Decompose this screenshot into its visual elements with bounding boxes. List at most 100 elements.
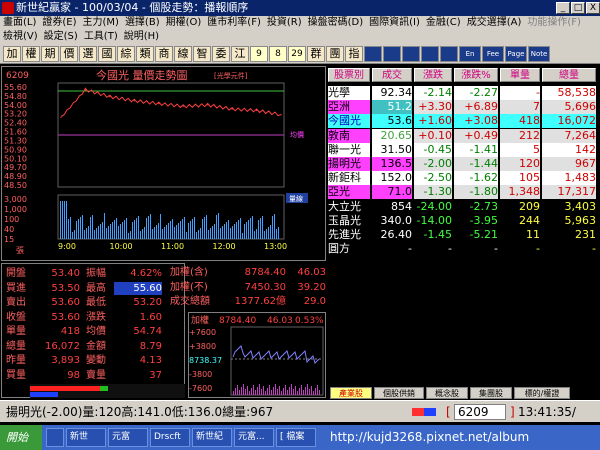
stock-code-input[interactable]: 6209 [454, 404, 506, 420]
table-header[interactable]: 股票別 [328, 68, 370, 82]
toolbar-button[interactable]: 價 [60, 46, 78, 62]
table-cell-vol: 212 [500, 128, 540, 143]
taskbar-item[interactable]: 元富... [234, 428, 274, 447]
taskbar-item[interactable]: 新世紀 [192, 428, 232, 447]
tab-category[interactable]: 產業股 [330, 387, 372, 399]
toolbar-button[interactable] [440, 46, 458, 62]
toolbar-button[interactable]: 8 [269, 46, 287, 62]
menu-item[interactable]: 證券(E) [39, 16, 79, 30]
menu-item[interactable]: 功能操作(F) [524, 16, 584, 30]
toolbar-button[interactable]: 群 [307, 46, 325, 62]
menu-item[interactable]: 檢視(V) [0, 30, 41, 44]
table-cell-chg: -2.00 [414, 157, 452, 171]
tab-category[interactable]: 集團股 [470, 387, 512, 399]
table-row[interactable]: 光學 92.34 -2.14 -2.27-58,538 [328, 86, 598, 100]
taskbar-item[interactable] [46, 428, 64, 447]
quote-value: 3,893 [51, 355, 80, 366]
code-bracket-close: ] [510, 405, 515, 419]
menu-item[interactable]: 設定(S) [41, 30, 81, 44]
table-cell-pct: +3.08 [454, 114, 498, 129]
table-row[interactable]: 新鉅科 152.0 -2.50 -1.62 105 1,483 [328, 171, 598, 186]
table-header[interactable]: 漲跌 [414, 68, 452, 82]
index-mini-canvas: 加權 8784.40 46.03 0.53% +7600 +3800 8738.37 -380… [189, 314, 324, 396]
menu-item[interactable]: 期權(O) [163, 16, 205, 30]
volume-bar [144, 227, 145, 239]
volume-bar [74, 230, 75, 239]
toolbar-button[interactable]: 綜 [117, 46, 135, 62]
table-header[interactable]: 單量 [500, 68, 540, 82]
table-row[interactable]: 圓方 - - - - - [328, 242, 598, 257]
volume-bar [136, 218, 137, 239]
table-row[interactable]: 揚明光 136.5 -2.00 -1.44 120 967 [328, 157, 598, 171]
menu-item[interactable]: 投資(R) [264, 16, 305, 30]
toolbar-button[interactable]: Note [528, 46, 550, 62]
menu-item[interactable]: 金融(C) [423, 16, 464, 30]
table-row[interactable]: 亞洲 51.2 +3.30 +6.89 7 5,696 [328, 100, 598, 115]
menu-item[interactable]: 工具(T) [81, 30, 121, 44]
menu-item[interactable]: 匯市利率(F) [204, 16, 264, 30]
toolbar-button[interactable] [364, 46, 382, 62]
toolbar-button[interactable]: 類 [136, 46, 154, 62]
tab-category[interactable]: 個股供銷 [374, 387, 424, 399]
table-row[interactable]: 先進光 26.40 -1.45 -5.21 11 231 [328, 228, 598, 242]
toolbar-button[interactable]: 委 [212, 46, 230, 62]
mini-pct: 0.53% [295, 316, 324, 326]
toolbar-button[interactable]: 指 [345, 46, 363, 62]
toolbar-button[interactable]: 期 [41, 46, 59, 62]
taskbar-item[interactable]: [ 檔案 [276, 428, 316, 447]
toolbar-button[interactable]: 線 [174, 46, 192, 62]
menu-item[interactable]: 操盤密碼(D) [305, 16, 367, 30]
menu-item[interactable]: 說明(H) [121, 30, 162, 44]
menu-item[interactable]: 成交選擇(A) [464, 16, 525, 30]
menu-item[interactable]: 選擇(B) [122, 16, 163, 30]
volume-bar [202, 219, 203, 239]
table-row[interactable]: 大立光 854 -24.00 -2.73 209 3,403 [328, 199, 598, 214]
tab-category[interactable]: 概念股 [426, 387, 468, 399]
menu-item[interactable]: 國際資訊(I) [366, 16, 423, 30]
menu-item[interactable]: 主力(M) [80, 16, 122, 30]
table-row[interactable]: 今國光 53.6 +1.60 +3.08 418 16,072 [328, 114, 598, 129]
table-cell-total: 231 [575, 228, 596, 241]
taskbar-item[interactable]: 元富 [108, 428, 148, 447]
minimize-button[interactable]: _ [556, 2, 570, 14]
bid-bar [30, 386, 100, 391]
table-header[interactable]: 成交 [372, 68, 412, 82]
table-header[interactable]: 漲跌% [454, 68, 498, 82]
volume-bar [236, 222, 237, 239]
table-cell-name: 大立光 [328, 199, 370, 214]
toolbar-button[interactable]: 商 [155, 46, 173, 62]
toolbar-button[interactable] [421, 46, 439, 62]
table-row[interactable]: 亞光 71.0 -1.30 -1.80 1,348 17,317 [328, 185, 598, 200]
toolbar-button[interactable]: 國 [98, 46, 116, 62]
taskbar-item[interactable]: 新世 [66, 428, 106, 447]
table-cell-name: 亞光 [328, 185, 370, 200]
table-row[interactable]: 聯一光 31.50 -0.45 -1.41 5 142 [328, 142, 598, 157]
close-button[interactable]: X [586, 2, 600, 14]
toolbar-button[interactable]: 權 [22, 46, 40, 62]
toolbar-button[interactable]: Page [505, 46, 527, 62]
taskbar-item[interactable]: Drscft [150, 428, 190, 447]
menu-item[interactable]: 畫面(L) [0, 16, 39, 30]
maximize-button[interactable]: □ [571, 2, 585, 14]
toolbar-button[interactable]: 選 [79, 46, 97, 62]
toolbar-button[interactable]: 江 [231, 46, 249, 62]
quote-value: 55.60 [114, 281, 162, 295]
start-button[interactable]: 開始 [0, 425, 42, 450]
toolbar-button[interactable]: 29 [288, 46, 306, 62]
quote-value: 54.74 [133, 326, 162, 337]
toolbar-button[interactable] [402, 46, 420, 62]
toolbar-button[interactable] [383, 46, 401, 62]
table-row[interactable]: 玉晶光 340.0 -14.00 -3.95 244 5,963 [328, 213, 598, 228]
toolbar-button[interactable]: 加 [3, 46, 21, 62]
toolbar-button[interactable]: 團 [326, 46, 344, 62]
table-header[interactable]: 總量 [542, 68, 596, 82]
time-tick-label: 10:00 [110, 242, 133, 251]
time-tick-label: 13:00 [264, 242, 287, 251]
table-cell-vol: - [500, 86, 540, 100]
toolbar-button[interactable]: 9 [250, 46, 268, 62]
toolbar-button[interactable]: En [459, 46, 481, 62]
table-row[interactable]: 敦南 20.65 +0.10 +0.49 212 7,264 [328, 128, 598, 143]
toolbar-button[interactable]: Fee [482, 46, 504, 62]
toolbar-button[interactable]: 智 [193, 46, 211, 62]
tab-category[interactable]: 標的/權證 [514, 387, 570, 399]
